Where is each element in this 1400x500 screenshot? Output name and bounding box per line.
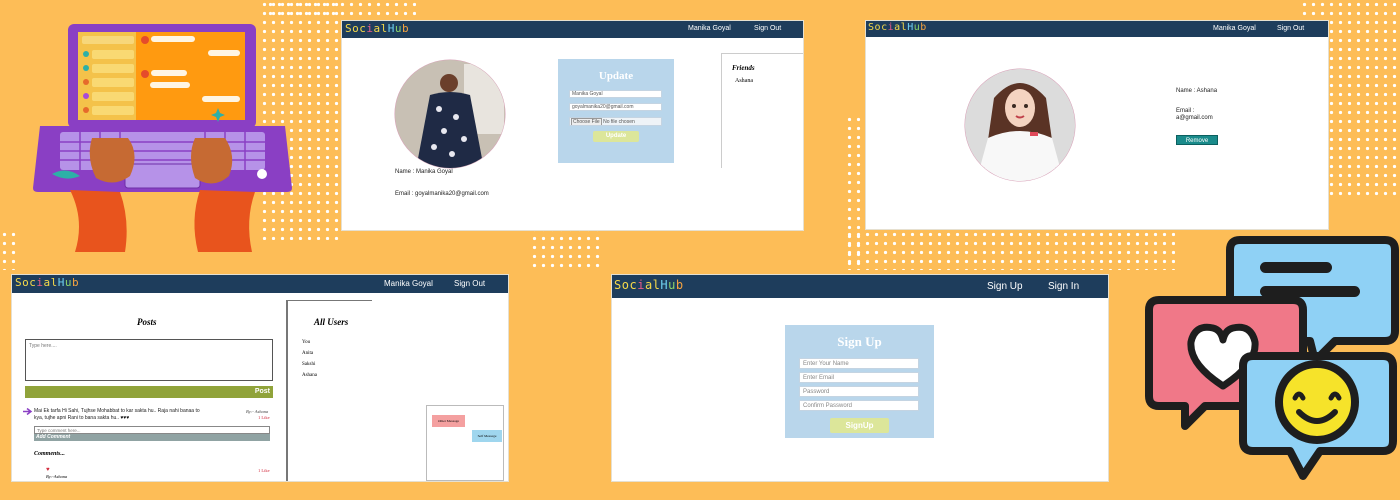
signup-title: Sign Up: [837, 334, 882, 349]
friend-email-label: Email :: [1176, 108, 1195, 114]
brand-logo[interactable]: SocialHub: [345, 22, 409, 35]
update-title: Update: [598, 70, 634, 82]
nav-sign-up[interactable]: Sign Up: [987, 281, 1023, 292]
update-name-input[interactable]: Manika Goyal: [569, 90, 662, 98]
comments-title: Comments...: [34, 451, 65, 457]
chat-other-message: Other Message: [432, 415, 465, 427]
update-button[interactable]: Update: [593, 131, 639, 142]
nav-user-name[interactable]: Manika Goyal: [1213, 25, 1256, 32]
update-file-input[interactable]: Choose File No file chosen: [569, 117, 662, 126]
nav-sign-out[interactable]: Sign Out: [454, 279, 485, 288]
comment-likes[interactable]: 1 Like: [258, 468, 270, 473]
laptop-illustration: [33, 24, 292, 252]
post-text-line-1: Mai Ek tarfa Hi Sahi, Tujhse Mohabbat to…: [34, 408, 200, 414]
signup-name-input[interactable]: Enter Your Name: [799, 358, 919, 369]
profile-email-line: Email : goyalmanika20@gmail.com: [395, 191, 489, 197]
friend-item[interactable]: Ashana: [735, 78, 753, 84]
friend-email-value: a@gmail.com: [1176, 115, 1213, 121]
dot-pattern-center: [530, 225, 600, 270]
no-file-label: No file chosen: [603, 119, 635, 125]
user-item-you[interactable]: You: [302, 340, 310, 345]
profile-window: SocialHub Manika Goyal Sign Out Name : M…: [342, 21, 803, 230]
post-textarea[interactable]: Type here....: [25, 339, 273, 381]
navbar: SocialHub Manika Goyal Sign Out: [342, 21, 803, 38]
arrow-right-icon: [23, 408, 33, 415]
friends-panel: Friends Ashana: [721, 53, 803, 168]
all-users-title: All Users: [314, 317, 349, 327]
update-form: Update Manika Goyal goyalmanika20@gmail.…: [558, 59, 674, 163]
user-item-sakshi[interactable]: Sakshi: [302, 362, 315, 367]
navbar: SocialHub Sign Up Sign In: [612, 275, 1108, 298]
profile-avatar: [394, 59, 506, 169]
dot-pattern-left-bottom: [0, 230, 20, 270]
signup-password-input[interactable]: Password: [799, 386, 919, 397]
post-likes[interactable]: 1 Like: [258, 415, 270, 420]
signup-confirm-password-input[interactable]: Confirm Password: [799, 400, 919, 411]
signup-email-input[interactable]: Enter Email: [799, 372, 919, 383]
signup-button[interactable]: SignUp: [830, 418, 889, 433]
posts-window: SocialHub Manika Goyal Sign Out Posts Ty…: [12, 275, 508, 481]
post-author: By:- Ashana: [246, 409, 269, 414]
friends-title: Friends: [732, 64, 755, 72]
update-email-input[interactable]: goyalmanika20@gmail.com: [569, 103, 662, 111]
brand-logo[interactable]: SocialHub: [15, 276, 79, 289]
user-item-ashana[interactable]: Ashana: [302, 373, 317, 378]
comment-heart-icon: ♥: [46, 467, 50, 473]
nav-sign-out[interactable]: Sign Out: [754, 25, 781, 32]
post-button[interactable]: Post: [25, 386, 273, 398]
nav-sign-out[interactable]: Sign Out: [1277, 25, 1304, 32]
add-comment-button[interactable]: Add Comment: [34, 434, 270, 441]
nav-user-name[interactable]: Manika Goyal: [384, 279, 433, 288]
friend-avatar: [964, 68, 1076, 182]
navbar: SocialHub Manika Goyal Sign Out: [12, 275, 508, 293]
all-users-panel: All Users You Anita Sakshi Ashana Other …: [286, 300, 508, 481]
brand-logo[interactable]: SocialHub: [868, 22, 927, 33]
friend-profile-window: SocialHub Manika Goyal Sign Out Name : A…: [866, 21, 1328, 229]
heart-icons: ♥♥♥: [119, 415, 130, 421]
signup-window: SocialHub Sign Up Sign In Sign Up Enter …: [612, 275, 1108, 481]
nav-sign-in[interactable]: Sign In: [1048, 281, 1079, 292]
dot-pattern-bottom-mid: [845, 230, 1175, 270]
post-text-line-2: kya, tujhe apni Rani to bana sakta hu.. …: [34, 415, 130, 421]
friend-name-line: Name : Ashana: [1176, 88, 1218, 94]
chat-panel: Other Message Self Message: [426, 405, 504, 481]
signup-form: Sign Up Enter Your Name Enter Email Pass…: [785, 325, 934, 438]
user-item-anita[interactable]: Anita: [302, 351, 313, 356]
chat-bubbles-illustration: [1145, 236, 1399, 480]
comment-input[interactable]: Type comment here...: [34, 426, 270, 434]
chat-self-message: Self Message: [472, 430, 502, 442]
nav-user-name[interactable]: Manika Goyal: [688, 25, 731, 32]
brand-logo[interactable]: SocialHub: [614, 278, 684, 292]
choose-file-button[interactable]: Choose File: [571, 118, 602, 125]
profile-name-line: Name : Manika Goyal: [395, 169, 453, 175]
posts-title: Posts: [137, 317, 157, 327]
comment-author: By:-Ashana: [46, 474, 68, 479]
remove-friend-button[interactable]: Remove Friend: [1176, 135, 1218, 154]
navbar: SocialHub Manika Goyal Sign Out: [866, 21, 1328, 37]
